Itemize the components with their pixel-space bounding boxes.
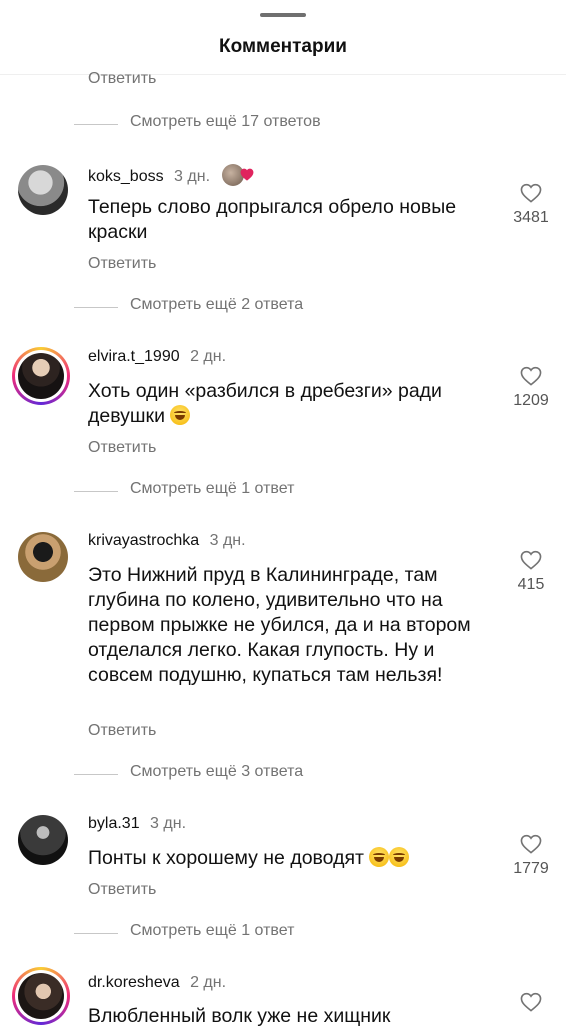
comment-text: Хоть один «разбился в дребезги» ради дев… xyxy=(88,379,488,429)
username-link[interactable]: krivayastrochka xyxy=(88,532,199,549)
like-button[interactable]: 3481 xyxy=(506,183,556,227)
divider-line xyxy=(74,774,118,775)
avatar[interactable] xyxy=(18,532,68,582)
heart-outline-icon xyxy=(520,366,542,386)
comment-time: 2 дн. xyxy=(190,974,227,991)
comment-text-content: Понты к хорошему не доводят xyxy=(88,847,364,869)
like-button[interactable]: 1209 xyxy=(506,366,556,410)
avatar xyxy=(18,353,64,399)
heart-filled-icon xyxy=(241,168,254,181)
heart-outline-icon xyxy=(520,550,542,570)
reply-button[interactable]: Ответить xyxy=(88,722,156,740)
comment-time: 3 дн. xyxy=(209,532,246,549)
drag-handle[interactable] xyxy=(260,13,306,17)
comment-time: 2 дн. xyxy=(190,348,227,365)
username-link[interactable]: koks_boss xyxy=(88,168,164,185)
view-more-replies-label: Смотреть ещё 1 ответ xyxy=(130,480,295,497)
comments-sheet: Комментарии Ответить Смотреть ещё 17 отв… xyxy=(0,0,566,1031)
reply-button[interactable]: Ответить xyxy=(88,70,156,88)
comment-meta: dr.koresheva 2 дн. xyxy=(88,974,226,992)
author-liked-badge xyxy=(222,164,256,186)
avatar xyxy=(18,973,64,1019)
username-link[interactable]: byla.31 xyxy=(88,815,140,832)
header-divider xyxy=(0,74,566,75)
grinning-sweat-emoji-icon xyxy=(389,847,410,867)
reply-button[interactable]: Ответить xyxy=(88,439,156,457)
avatar-story-ring[interactable] xyxy=(12,347,70,405)
divider-line xyxy=(74,491,118,492)
like-count: 3481 xyxy=(513,209,549,226)
reply-button[interactable]: Ответить xyxy=(88,255,156,273)
heart-outline-icon xyxy=(520,834,542,854)
reply-button[interactable]: Ответить xyxy=(88,881,156,899)
comment-text: Теперь слово допрыгался обрело новые кра… xyxy=(88,196,457,243)
comment-text: Влюбленный волк уже не хищник xyxy=(88,1005,391,1027)
view-more-replies-label: Смотреть ещё 1 ответ xyxy=(130,922,295,939)
avatar-story-ring[interactable] xyxy=(12,967,70,1025)
comment-meta: krivayastrochka 3 дн. xyxy=(88,532,246,550)
like-button[interactable] xyxy=(506,992,556,1012)
divider-line xyxy=(74,307,118,308)
view-more-replies-label: Смотреть ещё 2 ответа xyxy=(130,296,304,313)
heart-outline-icon xyxy=(520,992,542,1012)
comment-time: 3 дн. xyxy=(174,168,211,185)
comment-text: Понты к хорошему не доводят xyxy=(88,846,488,871)
page-title: Комментарии xyxy=(219,36,347,57)
username-link[interactable]: dr.koresheva xyxy=(88,974,180,991)
divider-line xyxy=(74,124,118,125)
like-button[interactable]: 1779 xyxy=(506,834,556,878)
comment-time: 3 дн. xyxy=(150,815,187,832)
grinning-sweat-emoji-icon xyxy=(369,847,390,867)
like-count: 1779 xyxy=(513,860,549,877)
like-count: 1209 xyxy=(513,392,549,409)
view-more-replies-label: Смотреть ещё 17 ответов xyxy=(130,113,321,130)
comment-text: Это Нижний пруд в Калининграде, там глуб… xyxy=(88,564,471,686)
comment-meta: koks_boss 3 дн. xyxy=(88,164,256,186)
comment-meta: elvira.t_1990 2 дн. xyxy=(88,348,226,366)
comment-meta: byla.31 3 дн. xyxy=(88,815,186,833)
username-link[interactable]: elvira.t_1990 xyxy=(88,348,180,365)
like-button[interactable]: 415 xyxy=(506,550,556,594)
grinning-sweat-emoji-icon xyxy=(170,405,191,425)
view-more-replies-label: Смотреть ещё 3 ответа xyxy=(130,763,304,780)
comment-text-content: Хоть один «разбился в дребезги» ради дев… xyxy=(88,380,442,427)
avatar[interactable] xyxy=(18,165,68,215)
avatar[interactable] xyxy=(18,815,68,865)
heart-outline-icon xyxy=(520,183,542,203)
divider-line xyxy=(74,933,118,934)
like-count: 415 xyxy=(517,576,545,593)
